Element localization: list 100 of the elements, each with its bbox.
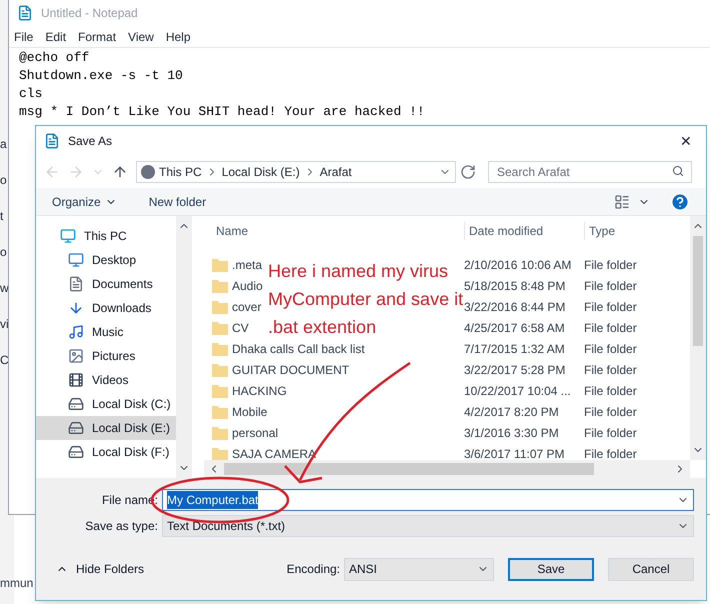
sidebar-item[interactable]: Local Disk (F:) <box>36 440 176 464</box>
code-line: @echo off <box>19 49 90 67</box>
menu-item[interactable]: Format <box>78 28 116 46</box>
encoding-dropdown[interactable]: ANSI <box>344 558 494 580</box>
save-button[interactable]: Save <box>508 558 594 580</box>
view-icon[interactable] <box>614 194 630 210</box>
folder-icon <box>212 300 228 314</box>
type-cell-text: File folder <box>584 340 638 358</box>
search-field[interactable]: Search Arafat <box>488 161 692 183</box>
refresh-icon[interactable] <box>460 164 476 180</box>
column-header[interactable]: Date modified <box>464 222 584 240</box>
menu-item[interactable]: Help <box>166 28 191 46</box>
close-button[interactable]: ✕ <box>666 127 706 155</box>
field-label: Encoding: <box>286 561 340 578</box>
date-cell-text: 5/18/2015 8:48 PM <box>464 278 566 294</box>
folder-icon <box>212 404 228 418</box>
date-cell-text: 3/6/2017 11:07 PM <box>464 446 566 462</box>
document-icon <box>68 276 84 292</box>
sidebar-item[interactable]: This PC <box>36 224 176 248</box>
cancel-button[interactable]: Cancel <box>608 558 694 580</box>
download-icon <box>68 300 84 316</box>
music-note-icon <box>68 324 84 340</box>
date-cell-text: 4/2/2017 8:20 PM <box>464 404 560 420</box>
date-cell-text: 7/17/2015 1:32 AM <box>464 340 566 358</box>
text-fragment: mmun <box>0 575 34 592</box>
type-cell-text: File folder <box>584 424 638 442</box>
text-fragment: C <box>0 352 10 369</box>
drive-icon <box>68 396 84 412</box>
annotation-text: .bat extention <box>268 316 376 339</box>
file-name[interactable]: HACKING <box>232 382 287 400</box>
breadcrumb[interactable]: This PC <box>159 163 202 181</box>
file-type-dropdown[interactable]: Text Documents (*.txt) <box>162 515 694 537</box>
sidebar-item[interactable]: Pictures <box>36 344 176 368</box>
notepad-icon <box>44 133 60 149</box>
column-header[interactable]: Type <box>584 222 664 240</box>
window-title: Untitled - Notepad <box>41 5 138 22</box>
sidebar-item[interactable]: Videos <box>36 368 176 392</box>
monitor-icon <box>60 228 76 244</box>
file-name[interactable]: CV <box>232 318 249 336</box>
drive-icon <box>68 420 84 436</box>
sidebar-item[interactable]: Music <box>36 320 176 344</box>
folder-icon <box>212 426 228 440</box>
desktop-icon <box>68 252 84 268</box>
file-name[interactable]: GUITAR DOCUMENT <box>232 360 350 378</box>
folder-icon <box>212 342 228 356</box>
type-cell-text: File folder <box>584 278 638 294</box>
type-cell-text: File folder <box>584 362 638 378</box>
file-name[interactable]: Mobile <box>232 402 268 420</box>
menu-item[interactable]: File <box>14 28 34 46</box>
dialog-title: Save As <box>68 133 112 150</box>
film-icon <box>68 372 84 388</box>
selected-text: My Computer.bat <box>167 491 258 509</box>
type-cell-text: File folder <box>584 382 638 400</box>
type-cell-text: File folder <box>584 256 638 274</box>
annotation-text: MyComputer and save it <box>268 288 464 311</box>
sidebar-item[interactable]: Downloads <box>36 296 176 320</box>
date-cell-text: 3/22/2016 8:44 PM <box>464 298 566 316</box>
folder-icon <box>212 278 228 292</box>
drive-icon <box>68 444 84 460</box>
date-cell-text: 4/25/2017 6:58 AM <box>464 320 566 336</box>
scroll-thumb[interactable] <box>224 463 594 475</box>
date-cell-text: 3/1/2016 3:30 PM <box>464 424 560 442</box>
text-fragment: o <box>0 172 8 189</box>
search-icon <box>672 165 684 177</box>
new-folder-button[interactable]: New folder <box>148 192 206 210</box>
text-fragment: w <box>0 280 10 297</box>
code-line: cls <box>19 85 44 103</box>
help-icon[interactable] <box>670 192 690 212</box>
file-name[interactable]: cover <box>232 298 262 316</box>
file-name[interactable]: personal <box>232 424 278 442</box>
up-icon[interactable] <box>112 164 128 180</box>
date-cell-text: 3/22/2017 5:28 PM <box>464 362 566 378</box>
code-line: msg * I Don’t Like You SHIT head! Your are hacked !! <box>19 103 426 121</box>
picture-icon <box>68 348 84 364</box>
file-name[interactable]: .meta <box>232 256 262 274</box>
menu-item[interactable]: View <box>128 28 154 46</box>
sidebar-item[interactable]: Documents <box>36 272 176 296</box>
breadcrumb[interactable]: Local Disk (E:) <box>222 163 300 181</box>
sidebar-item[interactable]: Local Disk (E:) <box>36 416 176 440</box>
file-name[interactable]: Audio <box>232 276 263 294</box>
text-fragment: a <box>0 136 8 153</box>
file-name-field[interactable]: My Computer.bat <box>162 489 694 511</box>
folder-icon <box>212 384 228 398</box>
avatar-icon <box>141 165 155 179</box>
code-line: Shutdown.exe -s -t 10 <box>19 67 184 85</box>
address-bar[interactable]: This PC Local Disk (E:) Arafat <box>136 161 456 183</box>
folder-icon <box>212 362 228 376</box>
sidebar-item[interactable]: Local Disk (C:) <box>36 392 176 416</box>
type-cell-text: File folder <box>584 404 638 420</box>
organize-button[interactable]: Organize <box>52 192 117 210</box>
annotation-text: Here i named my virus <box>268 260 448 283</box>
breadcrumb[interactable]: Arafat <box>320 163 352 181</box>
hide-folders-button[interactable]: Hide Folders <box>48 560 144 578</box>
file-name[interactable]: Dhaka calls Call back list <box>232 340 365 358</box>
type-cell-text: File folder <box>584 446 638 462</box>
column-header[interactable]: Name <box>204 222 464 240</box>
folder-icon <box>212 320 228 334</box>
scroll-thumb[interactable] <box>693 236 703 346</box>
sidebar-item[interactable]: Desktop <box>36 248 176 272</box>
menu-item[interactable]: Edit <box>45 28 66 46</box>
